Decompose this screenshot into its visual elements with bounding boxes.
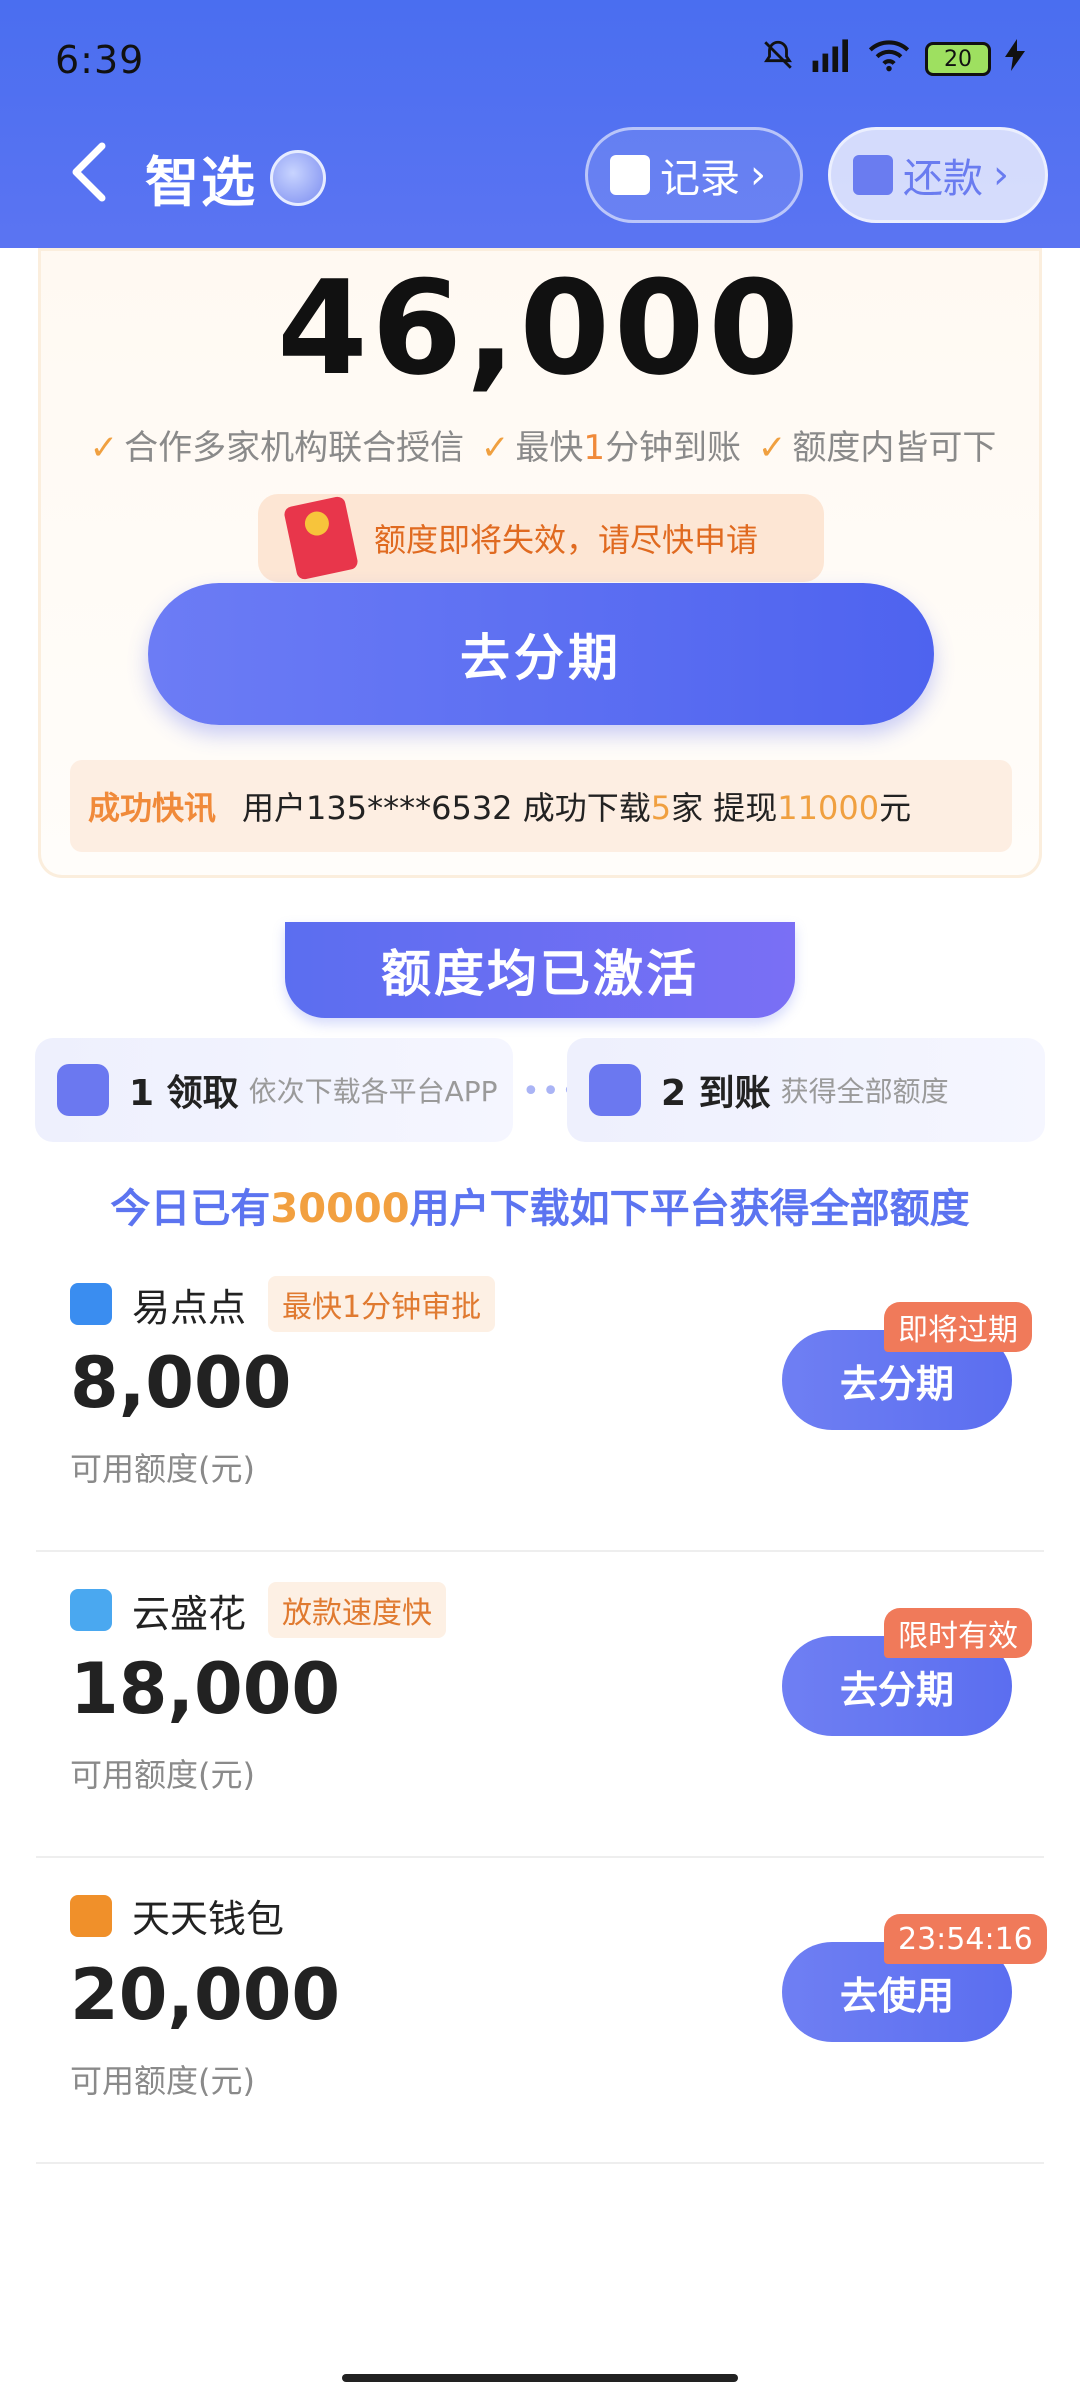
back-icon[interactable] xyxy=(70,142,110,202)
page-title: 智选 xyxy=(145,151,257,214)
battery-icon: 20 xyxy=(925,42,991,76)
step-desc: 获得全部额度 xyxy=(780,1075,949,1108)
chevron-right-icon: › xyxy=(750,152,766,198)
expiry-warning: 额度即将失效，请尽快申请 xyxy=(258,494,824,582)
step-title: 2 到账 xyxy=(661,1073,771,1114)
step-arrive: 2 到账 获得全部额度 xyxy=(567,1038,1045,1142)
money-bag-icon xyxy=(57,1064,109,1116)
platform-amount: 20,000 xyxy=(70,1954,341,2036)
nav-bar: 智选 记录 › 还款 › xyxy=(0,120,1080,230)
feature-3: 额度内皆可下 xyxy=(792,428,997,468)
today-users-text: 今日已有30000用户下载如下平台获得全部额度 xyxy=(110,1186,970,1232)
red-envelope-icon xyxy=(282,495,360,581)
check-icon: ✓ xyxy=(480,428,510,468)
sparkle-icon xyxy=(270,150,326,206)
repay-label: 还款 xyxy=(903,156,983,202)
record-label: 记录 xyxy=(660,156,740,202)
steps-row: 1 领取 依次下载各平台APP ••• 2 到账 获得全部额度 xyxy=(35,1038,1045,1142)
warning-text: 额度即将失效，请尽快申请 xyxy=(374,521,759,559)
feature-1: 合作多家机构联合授信 xyxy=(124,428,465,468)
status-badge: 即将过期 xyxy=(884,1302,1032,1352)
record-button[interactable]: 记录 › xyxy=(585,127,803,223)
platform-badge: 最快1分钟审批 xyxy=(268,1276,496,1332)
status-badge: 限时有效 xyxy=(884,1608,1032,1658)
step-desc: 依次下载各平台APP xyxy=(248,1075,498,1108)
credit-amount: 46,000 xyxy=(277,252,803,404)
platform-amount-label: 可用额度(元) xyxy=(70,1450,255,1488)
feature-list: ✓ 合作多家机构联合授信 ✓ 最快1分钟到账 ✓ 额度内皆可下 xyxy=(0,420,1080,469)
platform-item: 云盛花 放款速度快 18,000 可用额度(元) 去分期 限时有效 xyxy=(36,1552,1044,1858)
platform-name: 云盛花 xyxy=(132,1591,247,1636)
home-indicator[interactable] xyxy=(342,2374,738,2382)
signal-icon xyxy=(809,38,853,80)
platform-name: 易点点 xyxy=(132,1285,247,1330)
platform-name: 天天钱包 xyxy=(132,1897,285,1941)
wifi-icon xyxy=(867,38,911,80)
chevron-right-icon: › xyxy=(993,152,1009,198)
check-icon: ✓ xyxy=(757,428,787,468)
news-text: 用户135****6532 成功下载5家 提现11000元 xyxy=(242,789,912,827)
tiantian-wallet-logo-icon xyxy=(70,1894,112,1937)
platform-header: 易点点 最快1分钟审批 xyxy=(70,1276,496,1332)
status-bar: 6:39 20 xyxy=(0,0,1080,120)
yunshenghua-logo-icon xyxy=(70,1589,112,1631)
platform-amount-label: 可用额度(元) xyxy=(70,1756,255,1794)
yidiandian-logo-icon xyxy=(70,1283,112,1325)
installment-button[interactable]: 去分期 xyxy=(148,583,934,725)
success-news-ticker: 成功快讯 用户135****6532 成功下载5家 提现11000元 xyxy=(70,760,1012,852)
platform-amount: 8,000 xyxy=(70,1342,292,1424)
platform-header: 云盛花 放款速度快 xyxy=(70,1582,447,1638)
platform-badge: 放款速度快 xyxy=(268,1582,447,1638)
status-icons: 20 xyxy=(761,38,1025,80)
document-icon xyxy=(610,155,650,195)
countdown-badge: 23:54:16 xyxy=(884,1914,1047,1964)
activated-banner: 额度均已激活 xyxy=(285,922,795,1018)
platform-header: 天天钱包 xyxy=(70,1888,284,1943)
news-tag: 成功快讯 xyxy=(88,789,217,827)
charging-icon xyxy=(1005,39,1025,79)
wallet-icon xyxy=(589,1064,641,1116)
status-time: 6:39 xyxy=(55,38,145,82)
card-icon xyxy=(853,155,893,195)
repay-button[interactable]: 还款 › xyxy=(828,127,1048,223)
platform-amount-label: 可用额度(元) xyxy=(70,2062,255,2100)
platform-item: 易点点 最快1分钟审批 8,000 可用额度(元) 去分期 即将过期 xyxy=(36,1246,1044,1552)
step-claim: 1 领取 依次下载各平台APP xyxy=(35,1038,513,1142)
check-icon: ✓ xyxy=(89,428,119,468)
mute-icon xyxy=(761,38,795,80)
feature-2: 最快1分钟到账 xyxy=(515,428,742,468)
platform-item: 天天钱包 20,000 可用额度(元) 去使用 23:54:16 xyxy=(36,1858,1047,2164)
platform-amount: 18,000 xyxy=(70,1648,341,1730)
step-title: 1 领取 xyxy=(129,1073,239,1114)
